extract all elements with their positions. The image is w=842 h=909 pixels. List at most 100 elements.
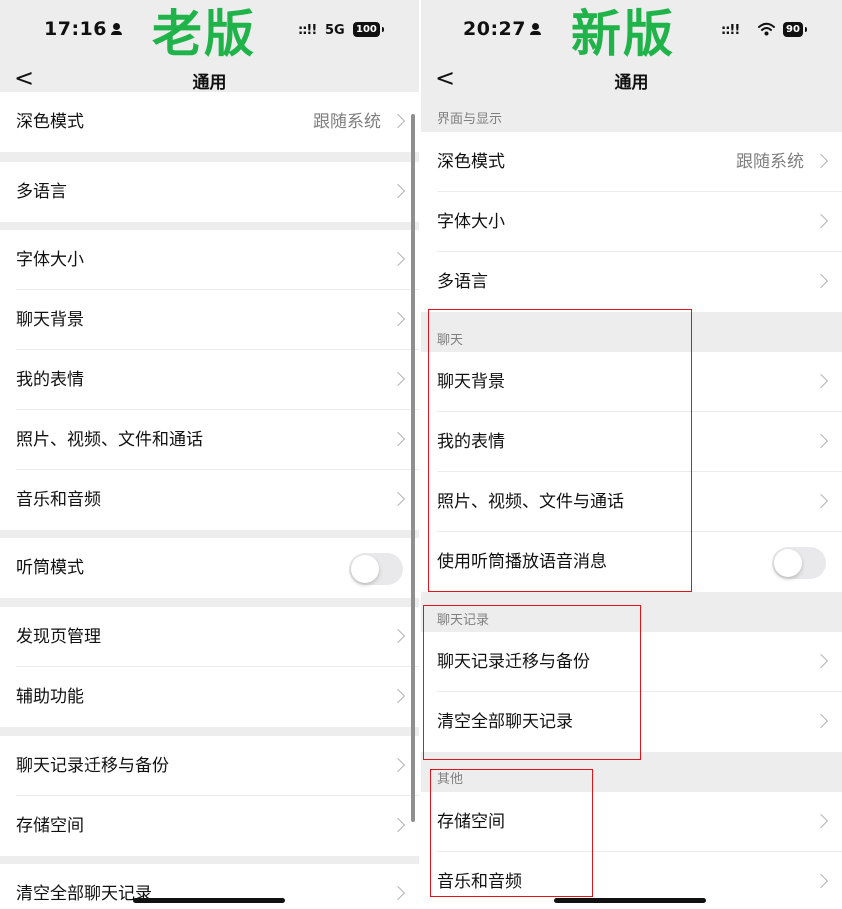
status-time: 17:16 <box>44 18 122 40</box>
settings-row-my-stickers[interactable]: 我的表情 <box>0 350 419 410</box>
settings-row-dark-mode[interactable]: 深色模式 跟随系统 <box>0 92 419 152</box>
settings-row-media-files[interactable]: 照片、视频、文件和通话 <box>0 410 419 470</box>
version-label: 老版 <box>152 5 256 63</box>
chevron-right-icon <box>390 311 406 327</box>
home-indicator[interactable] <box>133 898 285 903</box>
chevron-right-icon <box>390 688 406 704</box>
earpiece-voice-toggle[interactable] <box>772 547 826 579</box>
wifi-icon <box>758 22 775 36</box>
chevron-right-icon <box>390 757 406 773</box>
row-label: 我的表情 <box>437 432 505 452</box>
chevron-right-icon <box>390 183 406 199</box>
settings-row-language[interactable]: 多语言 <box>0 162 419 222</box>
chevron-right-icon <box>390 431 406 447</box>
settings-row-chat-background[interactable]: 聊天背景 <box>0 290 419 350</box>
settings-row-chat-background[interactable]: 聊天背景 <box>421 352 842 412</box>
home-indicator[interactable] <box>554 898 706 903</box>
page-title: 通用 <box>192 73 227 93</box>
settings-row-media-files[interactable]: 照片、视频、文件与通话 <box>421 472 842 532</box>
new-version-panel: 20:27 新版 ::!! 90 < 通用 界面与显示 深色模式 跟随系统 字体… <box>421 0 842 909</box>
row-value: 跟随系统 <box>313 112 381 132</box>
chevron-right-icon <box>813 713 829 729</box>
signal-icon: ::!! <box>721 23 740 38</box>
settings-row-dark-mode[interactable]: 深色模式 跟随系统 <box>421 132 842 192</box>
settings-row-my-stickers[interactable]: 我的表情 <box>421 412 842 472</box>
row-label: 清空全部聊天记录 <box>16 884 152 904</box>
page-title: 通用 <box>614 73 649 93</box>
chevron-right-icon <box>813 813 829 829</box>
navigation-bar: < 通用 <box>421 60 842 100</box>
row-label: 多语言 <box>437 272 488 292</box>
settings-row-font-size[interactable]: 字体大小 <box>421 192 842 252</box>
settings-row-accessibility[interactable]: 辅助功能 <box>0 667 419 727</box>
chevron-right-icon <box>813 493 829 509</box>
row-label: 辅助功能 <box>16 687 84 707</box>
row-label: 聊天背景 <box>437 372 505 392</box>
chevron-right-icon <box>813 373 829 389</box>
earpiece-mode-toggle[interactable] <box>349 553 403 585</box>
person-icon <box>110 23 122 35</box>
chevron-right-icon <box>390 491 406 507</box>
row-label: 清空全部聊天记录 <box>437 712 573 732</box>
row-label: 深色模式 <box>437 152 505 172</box>
chevron-right-icon <box>813 873 829 889</box>
settings-row-storage[interactable]: 存储空间 <box>421 792 842 852</box>
row-label: 音乐和音频 <box>16 490 101 510</box>
settings-row-font-size[interactable]: 字体大小 <box>0 230 419 290</box>
signal-icon: ::!! <box>298 23 317 38</box>
status-bar: 20:27 新版 ::!! 90 <box>421 0 842 63</box>
row-label: 聊天背景 <box>16 310 84 330</box>
settings-row-chat-backup[interactable]: 聊天记录迁移与备份 <box>0 736 419 796</box>
row-label: 聊天记录迁移与备份 <box>437 652 590 672</box>
chevron-right-icon <box>813 213 829 229</box>
settings-row-earpiece-mode: 听筒模式 <box>0 538 419 598</box>
chevron-right-icon <box>813 653 829 669</box>
settings-row-language[interactable]: 多语言 <box>421 252 842 312</box>
section-header-display: 界面与显示 <box>437 112 503 127</box>
battery-icon: 90 <box>783 22 807 37</box>
section-header-other: 其他 <box>437 772 464 787</box>
chevron-right-icon <box>390 113 406 129</box>
battery-icon: 100 <box>353 22 384 37</box>
row-label: 字体大小 <box>16 250 84 270</box>
chevron-right-icon <box>390 371 406 387</box>
scrollbar[interactable] <box>411 114 415 822</box>
chevron-right-icon <box>390 885 406 901</box>
status-time: 20:27 <box>463 18 541 40</box>
chevron-right-icon <box>813 153 829 169</box>
toggle-knob <box>774 549 802 577</box>
old-version-panel: 17:16 老版 ::!! 5G 100 < 通用 深色模式 跟随系统 多语言 … <box>0 0 419 909</box>
row-label: 照片、视频、文件与通话 <box>437 492 624 512</box>
settings-row-clear-chat-history[interactable]: 清空全部聊天记录 <box>421 692 842 752</box>
row-label: 多语言 <box>16 182 67 202</box>
person-icon <box>529 23 541 35</box>
status-bar: 17:16 老版 ::!! 5G 100 <box>0 0 419 63</box>
row-label: 发现页管理 <box>16 627 101 647</box>
chevron-right-icon <box>813 273 829 289</box>
network-type: 5G <box>325 23 345 38</box>
chevron-right-icon <box>390 817 406 833</box>
chevron-right-icon <box>813 433 829 449</box>
row-label: 存储空间 <box>16 816 84 836</box>
section-header-chat-history: 聊天记录 <box>437 613 490 628</box>
chevron-right-icon <box>390 251 406 267</box>
row-label: 存储空间 <box>437 812 505 832</box>
row-label: 使用听筒播放语音消息 <box>437 552 607 572</box>
row-label: 深色模式 <box>16 112 84 132</box>
row-value: 跟随系统 <box>736 152 804 172</box>
settings-row-storage[interactable]: 存储空间 <box>0 796 419 856</box>
settings-row-earpiece-voice: 使用听筒播放语音消息 <box>421 532 842 592</box>
settings-row-music-audio[interactable]: 音乐和音频 <box>0 470 419 530</box>
chevron-right-icon <box>390 628 406 644</box>
section-header-chat: 聊天 <box>437 333 464 348</box>
row-label: 我的表情 <box>16 370 84 390</box>
row-label: 字体大小 <box>437 212 505 232</box>
toggle-knob <box>351 555 379 583</box>
row-label: 音乐和音频 <box>437 872 522 892</box>
row-label: 照片、视频、文件和通话 <box>16 430 203 450</box>
settings-row-discover-management[interactable]: 发现页管理 <box>0 607 419 667</box>
row-label: 聊天记录迁移与备份 <box>16 756 169 776</box>
settings-row-chat-backup[interactable]: 聊天记录迁移与备份 <box>421 632 842 692</box>
version-label: 新版 <box>571 5 675 63</box>
row-label: 听筒模式 <box>16 558 84 578</box>
